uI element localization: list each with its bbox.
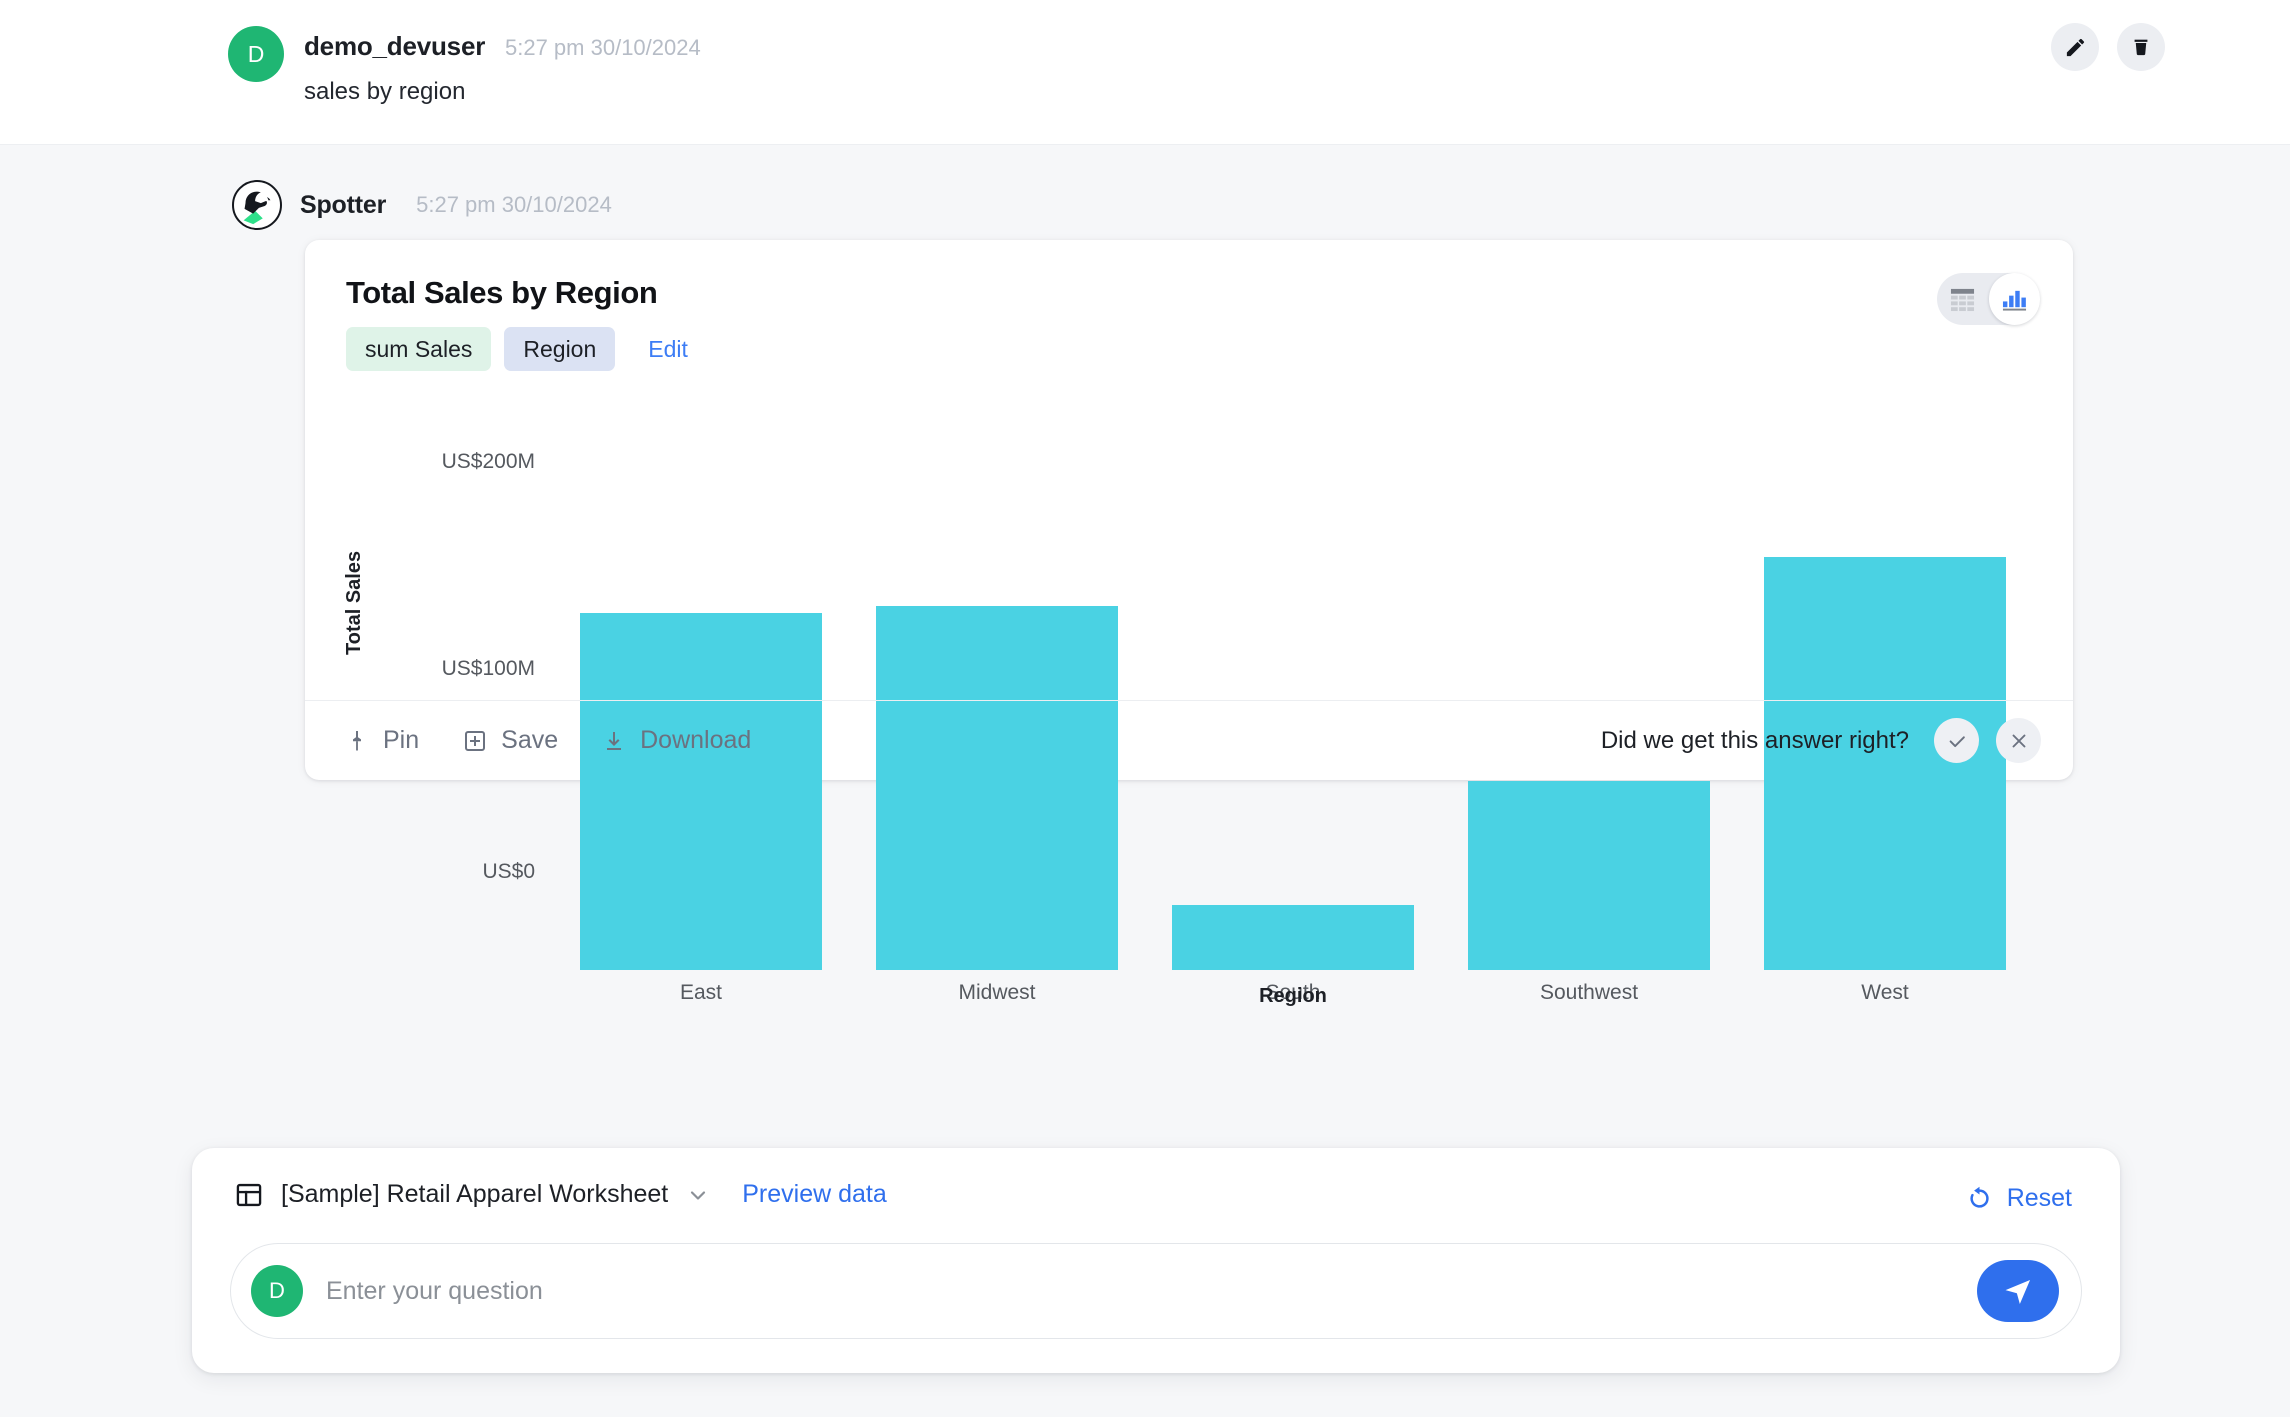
- username-label: demo_devuser: [304, 31, 485, 62]
- send-button[interactable]: [1977, 1260, 2059, 1322]
- user-timestamp: 5:27 pm 30/10/2024: [505, 35, 701, 61]
- y-axis-tick-0: US$0: [405, 860, 535, 884]
- table-view-button[interactable]: [1937, 287, 1989, 312]
- save-button[interactable]: Save: [463, 726, 558, 755]
- preview-data-link[interactable]: Preview data: [742, 1180, 887, 1209]
- user-avatar: D: [228, 26, 284, 82]
- y-axis-title: Total Sales: [343, 551, 366, 655]
- edit-message-button[interactable]: [2051, 23, 2099, 71]
- pin-label: Pin: [383, 726, 419, 755]
- worksheet-selector[interactable]: [Sample] Retail Apparel Worksheet Previe…: [235, 1180, 887, 1209]
- user-message-bar: D demo_devuser 5:27 pm 30/10/2024 sales …: [0, 0, 2290, 145]
- chip-attribute[interactable]: Region: [504, 327, 615, 371]
- message-actions: [2051, 23, 2165, 71]
- pin-icon: [345, 729, 369, 753]
- question-input[interactable]: [326, 1277, 1977, 1306]
- bar-midwest[interactable]: [876, 606, 1118, 970]
- card-footer: Pin Save Download Did we get t: [305, 700, 2073, 780]
- save-label: Save: [501, 726, 558, 755]
- y-axis-tick-1: US$100M: [405, 657, 535, 681]
- feedback-yes-button[interactable]: [1934, 718, 1979, 763]
- chip-measure[interactable]: sum Sales: [346, 327, 491, 371]
- assistant-timestamp: 5:27 pm 30/10/2024: [416, 192, 612, 218]
- bar-chart: Total Sales US$200M US$100M US$0 East Mi…: [305, 390, 2073, 720]
- delete-message-button[interactable]: [2117, 23, 2165, 71]
- download-label: Download: [640, 726, 751, 755]
- pin-button[interactable]: Pin: [345, 726, 419, 755]
- bar-south[interactable]: [1172, 905, 1414, 970]
- worksheet-icon: [235, 1181, 263, 1209]
- answer-card: Total Sales by Region: [305, 240, 2073, 780]
- assistant-name-label: Spotter: [300, 191, 386, 220]
- assistant-header: Spotter 5:27 pm 30/10/2024: [232, 180, 612, 230]
- chevron-down-icon[interactable]: [686, 1183, 710, 1207]
- spotter-dog-icon: [234, 182, 280, 228]
- download-icon: [602, 729, 626, 753]
- bar-southwest[interactable]: [1468, 781, 1710, 970]
- trash-icon: [2130, 36, 2152, 58]
- reset-button[interactable]: Reset: [1966, 1184, 2072, 1213]
- reset-label: Reset: [2007, 1184, 2072, 1213]
- x-axis-title: Region: [553, 985, 2033, 1008]
- feedback-area: Did we get this answer right?: [1601, 718, 2041, 763]
- check-icon: [1946, 730, 1968, 752]
- bar-chart-icon: [2001, 287, 2028, 312]
- chart-view-button[interactable]: [1989, 273, 2041, 325]
- view-toggle[interactable]: [1937, 273, 2040, 325]
- composer-avatar: D: [251, 1265, 303, 1317]
- y-axis-tick-2: US$200M: [405, 450, 535, 474]
- feedback-question: Did we get this answer right?: [1601, 727, 1909, 755]
- edit-query-link[interactable]: Edit: [648, 336, 688, 363]
- spotter-logo-icon: [232, 180, 282, 230]
- card-footer-actions: Pin Save Download: [345, 726, 751, 755]
- bar-east[interactable]: [580, 613, 822, 970]
- close-icon: [2008, 730, 2030, 752]
- chart-title: Total Sales by Region: [346, 275, 657, 311]
- composer-panel: [Sample] Retail Apparel Worksheet Previe…: [192, 1148, 2120, 1373]
- pencil-icon: [2064, 36, 2087, 59]
- user-query-text: sales by region: [304, 78, 465, 106]
- worksheet-name-label: [Sample] Retail Apparel Worksheet: [281, 1180, 668, 1209]
- save-icon: [463, 729, 487, 753]
- table-icon: [1949, 287, 1976, 312]
- feedback-no-button[interactable]: [1996, 718, 2041, 763]
- reset-icon: [1966, 1185, 1993, 1212]
- send-icon: [2001, 1274, 2035, 1308]
- download-button[interactable]: Download: [602, 726, 751, 755]
- question-input-row[interactable]: D: [230, 1243, 2082, 1339]
- query-chips: sum Sales Region Edit: [346, 327, 688, 371]
